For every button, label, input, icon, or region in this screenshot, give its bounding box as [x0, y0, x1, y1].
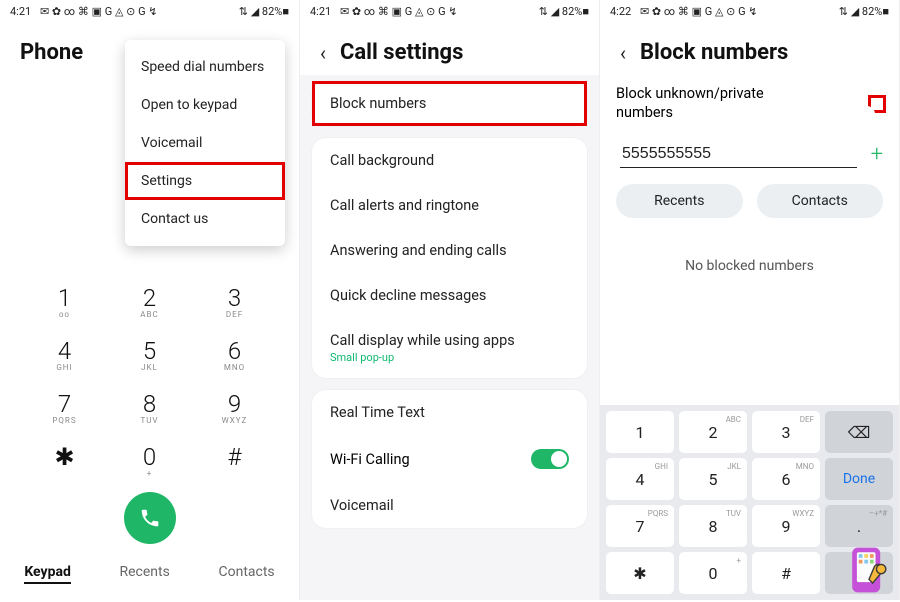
overflow-menu: Speed dial numbersOpen to keypadVoicemai… — [125, 40, 285, 246]
dial-key-7[interactable]: 7PQRS — [22, 386, 107, 429]
numkey-5[interactable]: 5JKL — [679, 458, 747, 500]
dial-key-#[interactable]: # — [192, 439, 277, 482]
block-unknown-label: Block unknown/private numbers — [616, 85, 806, 123]
setting-call-background[interactable]: Call background — [312, 138, 587, 183]
watermark-icon — [841, 542, 897, 598]
dial-key-✱[interactable]: ✱ — [22, 439, 107, 482]
menu-item-speed-dial-numbers[interactable]: Speed dial numbers — [125, 48, 285, 86]
status-battery: ⇅ ◢ 82%■ — [839, 5, 889, 18]
screen-block-numbers: 4:22 ✉ ✿ ∞ ⌘ ▣ G ◬ ⊙ G ↯ ⇅ ◢ 82%■ ‹ Bloc… — [600, 0, 900, 600]
menu-item-settings[interactable]: Settings — [125, 162, 285, 200]
numkey-⌫[interactable]: ⌫ — [825, 411, 893, 453]
dial-key-6[interactable]: 6MNO — [192, 333, 277, 376]
bottom-tabs: Keypad Recents Contacts — [0, 554, 299, 594]
numkey-4[interactable]: 4GHI — [606, 458, 674, 500]
numkey-6[interactable]: 6MNO — [752, 458, 820, 500]
menu-item-open-to-keypad[interactable]: Open to keypad — [125, 86, 285, 124]
dial-key-5[interactable]: 5JKL — [107, 333, 192, 376]
status-bar: 4:21 ✉ ✿ ∞ ⌘ ▣ G ◬ ⊙ G ↯ ⇅ ◢ 82%■ — [300, 0, 599, 22]
dial-key-2[interactable]: 2ABC — [107, 280, 192, 323]
dial-key-8[interactable]: 8TUV — [107, 386, 192, 429]
dial-key-1[interactable]: 1ᴏᴏ — [22, 280, 107, 323]
screen-phone: 4:21 ✉ ✿ ∞ ⌘ ▣ G ◬ ⊙ G ↯ ⇅ ◢ 82%■ Phone … — [0, 0, 300, 600]
setting-voicemail[interactable]: Voicemail — [312, 483, 587, 528]
header: ‹ Block numbers — [600, 22, 899, 75]
status-icons: ✉ ✿ ∞ ⌘ ▣ G ◬ ⊙ G ↯ — [640, 5, 758, 18]
pill-recents[interactable]: Recents — [616, 184, 743, 218]
numkey-done[interactable]: Done — [825, 458, 893, 500]
numkey-8[interactable]: 8TUV — [679, 505, 747, 547]
status-bar: 4:21 ✉ ✿ ∞ ⌘ ▣ G ◬ ⊙ G ↯ ⇅ ◢ 82%■ — [0, 0, 299, 22]
settings-list: Block numbers Call backgroundCall alerts… — [300, 75, 599, 534]
status-battery: ⇅ ◢ 82%■ — [239, 5, 289, 18]
toggle-highlight — [871, 98, 883, 110]
status-time: 4:21 — [310, 5, 331, 18]
tab-contacts[interactable]: Contacts — [218, 564, 274, 584]
add-number-button[interactable]: + — [871, 142, 883, 167]
block-unknown-row: Block unknown/private numbers — [600, 75, 899, 133]
setting-call-alerts-and-ringtone[interactable]: Call alerts and ringtone — [312, 183, 587, 228]
tab-recents[interactable]: Recents — [119, 564, 169, 584]
numkey-7[interactable]: 7PQRS — [606, 505, 674, 547]
back-button[interactable]: ‹ — [620, 41, 626, 65]
dial-key-9[interactable]: 9WXYZ — [192, 386, 277, 429]
numkey-.[interactable]: .–+*# — [825, 505, 893, 547]
menu-item-contact-us[interactable]: Contact us — [125, 200, 285, 238]
numkey-#[interactable]: # — [752, 552, 820, 594]
wifi-calling-toggle[interactable] — [531, 449, 569, 469]
status-bar: 4:22 ✉ ✿ ∞ ⌘ ▣ G ◬ ⊙ G ↯ ⇅ ◢ 82%■ — [600, 0, 899, 22]
back-button[interactable]: ‹ — [320, 41, 326, 65]
pill-contacts[interactable]: Contacts — [757, 184, 884, 218]
numkey-9[interactable]: 9WXYZ — [752, 505, 820, 547]
status-icons: ✉ ✿ ∞ ⌘ ▣ G ◬ ⊙ G ↯ — [40, 5, 158, 18]
call-button[interactable] — [124, 492, 176, 544]
header: ‹ Call settings — [300, 22, 599, 75]
status-time: 4:21 — [10, 5, 31, 18]
screen-call-settings: 4:21 ✉ ✿ ∞ ⌘ ▣ G ◬ ⊙ G ↯ ⇅ ◢ 82%■ ‹ Call… — [300, 0, 600, 600]
menu-item-voicemail[interactable]: Voicemail — [125, 124, 285, 162]
phone-number-input[interactable] — [620, 141, 857, 168]
setting-answering-and-ending-calls[interactable]: Answering and ending calls — [312, 228, 587, 273]
source-pills: Recents Contacts — [600, 172, 899, 230]
status-icons: ✉ ✿ ∞ ⌘ ▣ G ◬ ⊙ G ↯ — [340, 5, 458, 18]
dial-keypad: 1ᴏᴏ2ABC3DEF 4GHI5JKL6MNO 7PQRS8TUV9WXYZ ✱0+… — [0, 276, 299, 486]
numkey-1[interactable]: 1 — [606, 411, 674, 453]
setting-real-time-text[interactable]: Real Time Text — [312, 390, 587, 435]
empty-blocked-message: No blocked numbers — [600, 258, 899, 274]
setting-block-numbers[interactable]: Block numbers — [312, 81, 587, 126]
setting-wi-fi-calling[interactable]: Wi-Fi Calling — [312, 435, 587, 483]
page-title: Block numbers — [640, 40, 788, 65]
page-title: Phone — [20, 40, 83, 65]
numkey-0[interactable]: 0+ — [679, 552, 747, 594]
page-title: Call settings — [340, 40, 463, 65]
tab-keypad[interactable]: Keypad — [24, 564, 71, 584]
numkey-2[interactable]: 2ABC — [679, 411, 747, 453]
number-input-row: + — [600, 133, 899, 172]
dial-key-0[interactable]: 0+ — [107, 439, 192, 482]
dial-key-4[interactable]: 4GHI — [22, 333, 107, 376]
status-time: 4:22 — [610, 5, 631, 18]
numkey-✱[interactable]: ✱ — [606, 552, 674, 594]
dial-key-3[interactable]: 3DEF — [192, 280, 277, 323]
numkey-3[interactable]: 3DEF — [752, 411, 820, 453]
setting-call-display-while-using-apps[interactable]: Call display while using appsSmall pop-u… — [312, 318, 587, 378]
status-battery: ⇅ ◢ 82%■ — [539, 5, 589, 18]
setting-quick-decline-messages[interactable]: Quick decline messages — [312, 273, 587, 318]
